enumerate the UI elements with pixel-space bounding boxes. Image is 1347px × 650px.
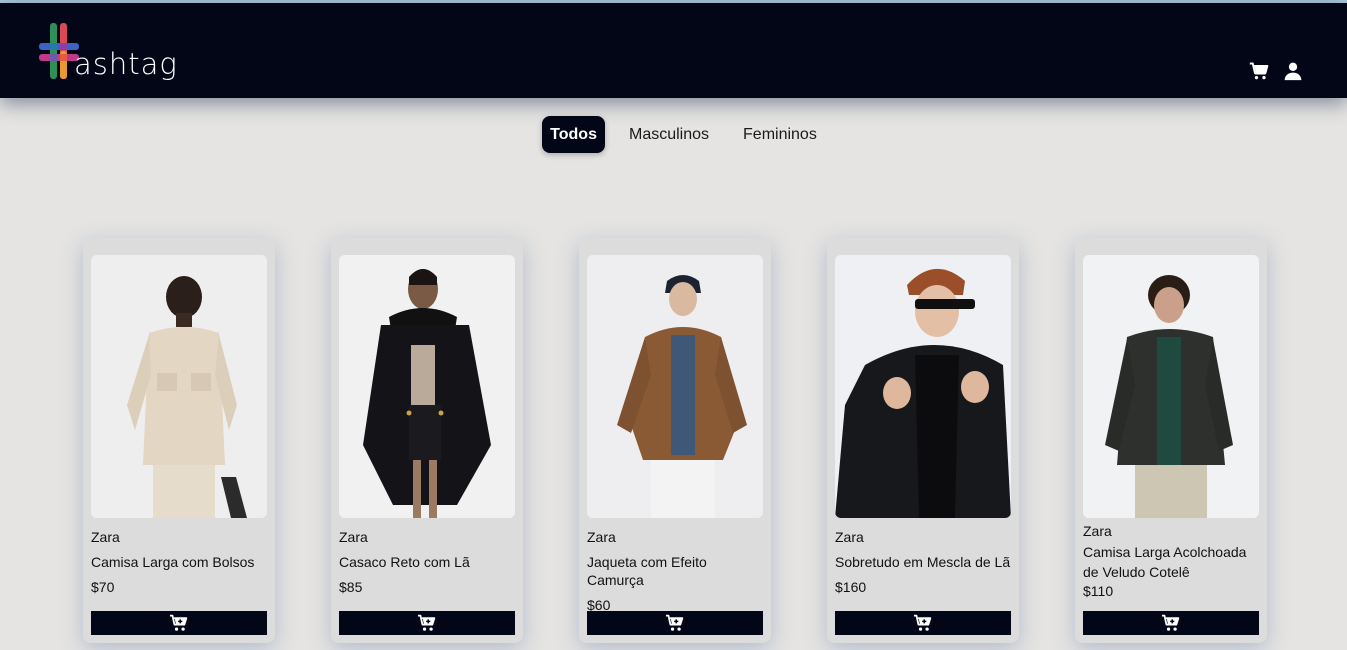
tab-femininos[interactable]: Femininos bbox=[733, 116, 827, 153]
model-dark-corduroy-shirt-image bbox=[1083, 255, 1259, 518]
tab-masculinos[interactable]: Masculinos bbox=[619, 116, 719, 153]
header-actions bbox=[1249, 61, 1303, 81]
user-icon[interactable] bbox=[1283, 61, 1303, 81]
product-photo[interactable] bbox=[1083, 255, 1259, 518]
add-to-cart-button[interactable] bbox=[339, 611, 515, 635]
add-to-cart-icon bbox=[914, 614, 932, 631]
product-brand: Zara bbox=[91, 529, 120, 545]
product-name: Camisa Larga Acolchoada de Veludo Cotelê bbox=[1083, 544, 1247, 580]
product-info: Zara Casaco Reto com Lã $85 bbox=[339, 528, 515, 596]
add-to-cart-button[interactable] bbox=[835, 611, 1011, 635]
product-name: Casaco Reto com Lã bbox=[339, 554, 470, 570]
product-card[interactable]: Zara Camisa Larga com Bolsos $70 bbox=[83, 238, 275, 643]
product-card[interactable]: Zara Casaco Reto com Lã $85 bbox=[331, 238, 523, 643]
product-price: $70 bbox=[91, 579, 115, 595]
product-card[interactable]: Zara Sobretudo em Mescla de Lã $160 bbox=[827, 238, 1019, 643]
model-black-overcoat-image bbox=[835, 255, 1011, 518]
product-price: $110 bbox=[1083, 583, 1114, 599]
tab-todos[interactable]: Todos bbox=[542, 116, 605, 153]
add-to-cart-button[interactable] bbox=[587, 611, 763, 635]
category-filters: Todos Masculinos Femininos bbox=[0, 116, 1347, 153]
product-price: $160 bbox=[835, 579, 867, 595]
product-info: Zara Camisa Larga com Bolsos $70 bbox=[91, 528, 267, 596]
model-brown-suede-jacket-image bbox=[587, 255, 763, 518]
product-brand: Zara bbox=[1083, 523, 1112, 539]
site-header: ashtag bbox=[0, 3, 1347, 98]
add-to-cart-icon bbox=[170, 614, 188, 631]
hashtag-logo[interactable]: ashtag bbox=[38, 21, 178, 85]
product-card[interactable]: Zara Jaqueta com Efeito Camurça $60 bbox=[579, 238, 771, 643]
add-to-cart-icon bbox=[1162, 614, 1180, 631]
add-to-cart-icon bbox=[418, 614, 436, 631]
product-grid: Zara Camisa Larga com Bolsos $70 Zara Ca… bbox=[83, 238, 1273, 650]
product-info: Zara Jaqueta com Efeito Camurça $60 bbox=[587, 528, 763, 614]
add-to-cart-button[interactable] bbox=[91, 611, 267, 635]
logo-text: ashtag bbox=[74, 47, 178, 81]
product-name: Jaqueta com Efeito Camurça bbox=[587, 554, 707, 588]
product-brand: Zara bbox=[835, 529, 864, 545]
product-brand: Zara bbox=[339, 529, 368, 545]
product-name: Camisa Larga com Bolsos bbox=[91, 554, 255, 570]
product-brand: Zara bbox=[587, 529, 616, 545]
product-card[interactable]: Zara Camisa Larga Acolchoada de Veludo C… bbox=[1075, 238, 1267, 643]
add-to-cart-icon bbox=[666, 614, 684, 631]
model-black-fur-coat-image bbox=[339, 255, 515, 518]
product-photo[interactable] bbox=[91, 255, 267, 518]
product-price: $85 bbox=[339, 579, 363, 595]
product-photo[interactable] bbox=[835, 255, 1011, 518]
product-info: Zara Sobretudo em Mescla de Lã $160 bbox=[835, 528, 1011, 596]
add-to-cart-button[interactable] bbox=[1083, 611, 1259, 635]
cart-icon[interactable] bbox=[1249, 61, 1269, 81]
product-name: Sobretudo em Mescla de Lã bbox=[835, 554, 1011, 570]
product-photo[interactable] bbox=[587, 255, 763, 518]
model-cream-overshirt-image bbox=[91, 255, 267, 518]
product-photo[interactable] bbox=[339, 255, 515, 518]
product-info: Zara Camisa Larga Acolchoada de Veludo C… bbox=[1083, 522, 1259, 600]
